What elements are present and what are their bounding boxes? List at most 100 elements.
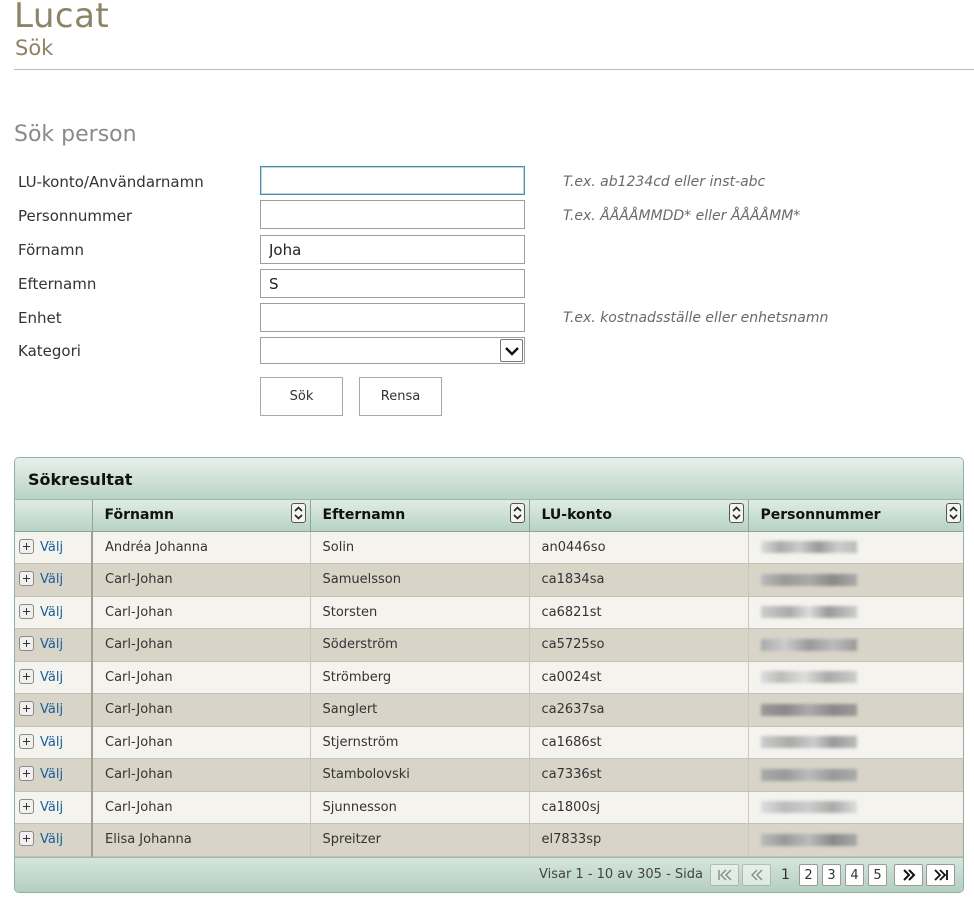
first-name-input[interactable]: [260, 235, 525, 264]
select-link[interactable]: Välj: [40, 605, 63, 620]
table-row[interactable]: Välj Carl-Johan Samuelsson ca1834sa: [15, 563, 963, 597]
expand-plus-icon[interactable]: [19, 798, 34, 814]
first-name-cell: Carl-Johan: [92, 693, 311, 727]
select-link[interactable]: Välj: [40, 572, 63, 587]
personal-number-cell: [748, 726, 963, 759]
table-row[interactable]: Välj Carl-Johan Stambolovski ca7336st: [15, 758, 963, 792]
column-header-first-name[interactable]: Förnamn: [92, 500, 311, 532]
category-label: Kategori: [18, 342, 81, 360]
search-button[interactable]: Sök: [260, 377, 343, 416]
redacted-value: [760, 671, 857, 684]
select-cell[interactable]: Välj: [15, 823, 93, 857]
category-select[interactable]: [260, 337, 525, 364]
redacted-value: [760, 541, 857, 554]
table-row[interactable]: Välj Carl-Johan Storsten ca6821st: [15, 596, 963, 629]
lu-account-cell: ca1800sj: [529, 791, 749, 824]
last-name-cell: Samuelsson: [310, 563, 530, 597]
select-cell[interactable]: Välj: [15, 531, 93, 564]
redacted-value: [760, 703, 857, 716]
column-header-lu-account[interactable]: LU-konto: [529, 500, 749, 532]
select-cell[interactable]: Välj: [15, 628, 93, 662]
lu-account-label: LU-konto/Användarnamn: [18, 173, 204, 191]
paging-info: Visar 1 - 10 av 305 - Sida: [539, 867, 703, 882]
select-link[interactable]: Välj: [40, 637, 63, 652]
expand-plus-icon[interactable]: [19, 668, 34, 684]
redacted-value: [760, 768, 857, 781]
select-link[interactable]: Välj: [40, 800, 63, 815]
personal-number-cell: [748, 693, 963, 727]
select-cell[interactable]: Välj: [15, 563, 93, 597]
table-row[interactable]: Välj Andréa Johanna Solin an0446so: [15, 531, 963, 564]
table-row[interactable]: Välj Carl-Johan Sjunnesson ca1800sj: [15, 791, 963, 824]
column-header-label: Förnamn: [104, 507, 175, 524]
table-row[interactable]: Välj Carl-Johan Sanglert ca2637sa: [15, 693, 963, 727]
last-name-cell: Storsten: [310, 596, 530, 629]
select-link[interactable]: Välj: [40, 832, 63, 847]
select-cell[interactable]: Välj: [15, 726, 93, 759]
expand-plus-icon[interactable]: [19, 636, 34, 652]
select-cell[interactable]: Välj: [15, 596, 93, 629]
select-cell[interactable]: Välj: [15, 758, 93, 792]
table-header-row: Förnamn Efternamn LU-konto Personnummer: [15, 500, 963, 532]
results-panel: Sökresultat Förnamn Efternamn LU-konto P…: [14, 457, 964, 893]
sort-icon[interactable]: [509, 503, 525, 523]
sort-icon[interactable]: [728, 503, 744, 523]
chevron-down-icon[interactable]: [500, 339, 523, 362]
select-cell[interactable]: Välj: [15, 791, 93, 824]
first-name-cell: Carl-Johan: [92, 758, 311, 792]
redacted-value: [760, 736, 857, 749]
page-link[interactable]: 4: [845, 864, 864, 886]
column-header-label: Efternamn: [322, 507, 406, 524]
personal-number-input[interactable]: [260, 200, 525, 229]
first-name-cell: Carl-Johan: [92, 628, 311, 662]
column-header-personal-number[interactable]: Personnummer: [748, 500, 963, 532]
page-link[interactable]: 5: [868, 864, 887, 886]
select-link[interactable]: Välj: [40, 767, 63, 782]
expand-plus-icon[interactable]: [19, 571, 34, 587]
expand-plus-icon[interactable]: [19, 701, 34, 717]
select-link[interactable]: Välj: [40, 702, 63, 717]
page-link[interactable]: 3: [822, 864, 841, 886]
table-row[interactable]: Välj Carl-Johan Stjernström ca1686st: [15, 726, 963, 759]
sort-icon[interactable]: [290, 503, 306, 523]
first-name-cell: Elisa Johanna: [92, 823, 311, 857]
select-link[interactable]: Välj: [40, 540, 63, 555]
lu-account-cell: ca0024st: [529, 661, 749, 694]
expand-plus-icon[interactable]: [19, 603, 34, 619]
page-subtitle: Sök: [15, 36, 54, 60]
table-row[interactable]: Välj Carl-Johan Söderström ca5725so: [15, 628, 963, 662]
unit-input[interactable]: [260, 303, 525, 332]
first-page-button[interactable]: [710, 864, 739, 886]
expand-plus-icon[interactable]: [19, 733, 34, 749]
page-link[interactable]: 2: [799, 864, 818, 886]
redacted-value: [760, 833, 857, 846]
pagination-bar: Visar 1 - 10 av 305 - Sida 1 2 3 4 5: [15, 857, 963, 892]
expand-plus-icon[interactable]: [19, 831, 34, 847]
expand-plus-icon[interactable]: [19, 766, 34, 782]
personal-number-cell: [748, 791, 963, 824]
last-name-cell: Solin: [310, 531, 530, 564]
select-cell[interactable]: Välj: [15, 661, 93, 694]
unit-label: Enhet: [18, 309, 62, 327]
results-title: Sökresultat: [15, 458, 963, 500]
select-link[interactable]: Välj: [40, 670, 63, 685]
table-row[interactable]: Välj Elisa Johanna Spreitzer el7833sp: [15, 823, 963, 857]
lu-account-cell: ca2637sa: [529, 693, 749, 727]
select-cell[interactable]: Välj: [15, 693, 93, 727]
last-page-button[interactable]: [926, 864, 955, 886]
expand-plus-icon[interactable]: [19, 538, 34, 554]
last-name-input[interactable]: [260, 269, 525, 298]
lu-account-input[interactable]: [260, 166, 525, 195]
last-name-label: Efternamn: [18, 275, 97, 293]
select-link[interactable]: Välj: [40, 735, 63, 750]
section-title: Sök person: [14, 122, 137, 147]
prev-page-button[interactable]: [742, 864, 771, 886]
clear-button[interactable]: Rensa: [359, 377, 442, 416]
first-name-cell: Carl-Johan: [92, 596, 311, 629]
next-page-button[interactable]: [894, 864, 923, 886]
sort-icon[interactable]: [946, 503, 961, 523]
personal-number-cell: [748, 531, 963, 564]
table-row[interactable]: Välj Carl-Johan Strömberg ca0024st: [15, 661, 963, 694]
last-name-cell: Sjunnesson: [310, 791, 530, 824]
column-header-last-name[interactable]: Efternamn: [310, 500, 530, 532]
